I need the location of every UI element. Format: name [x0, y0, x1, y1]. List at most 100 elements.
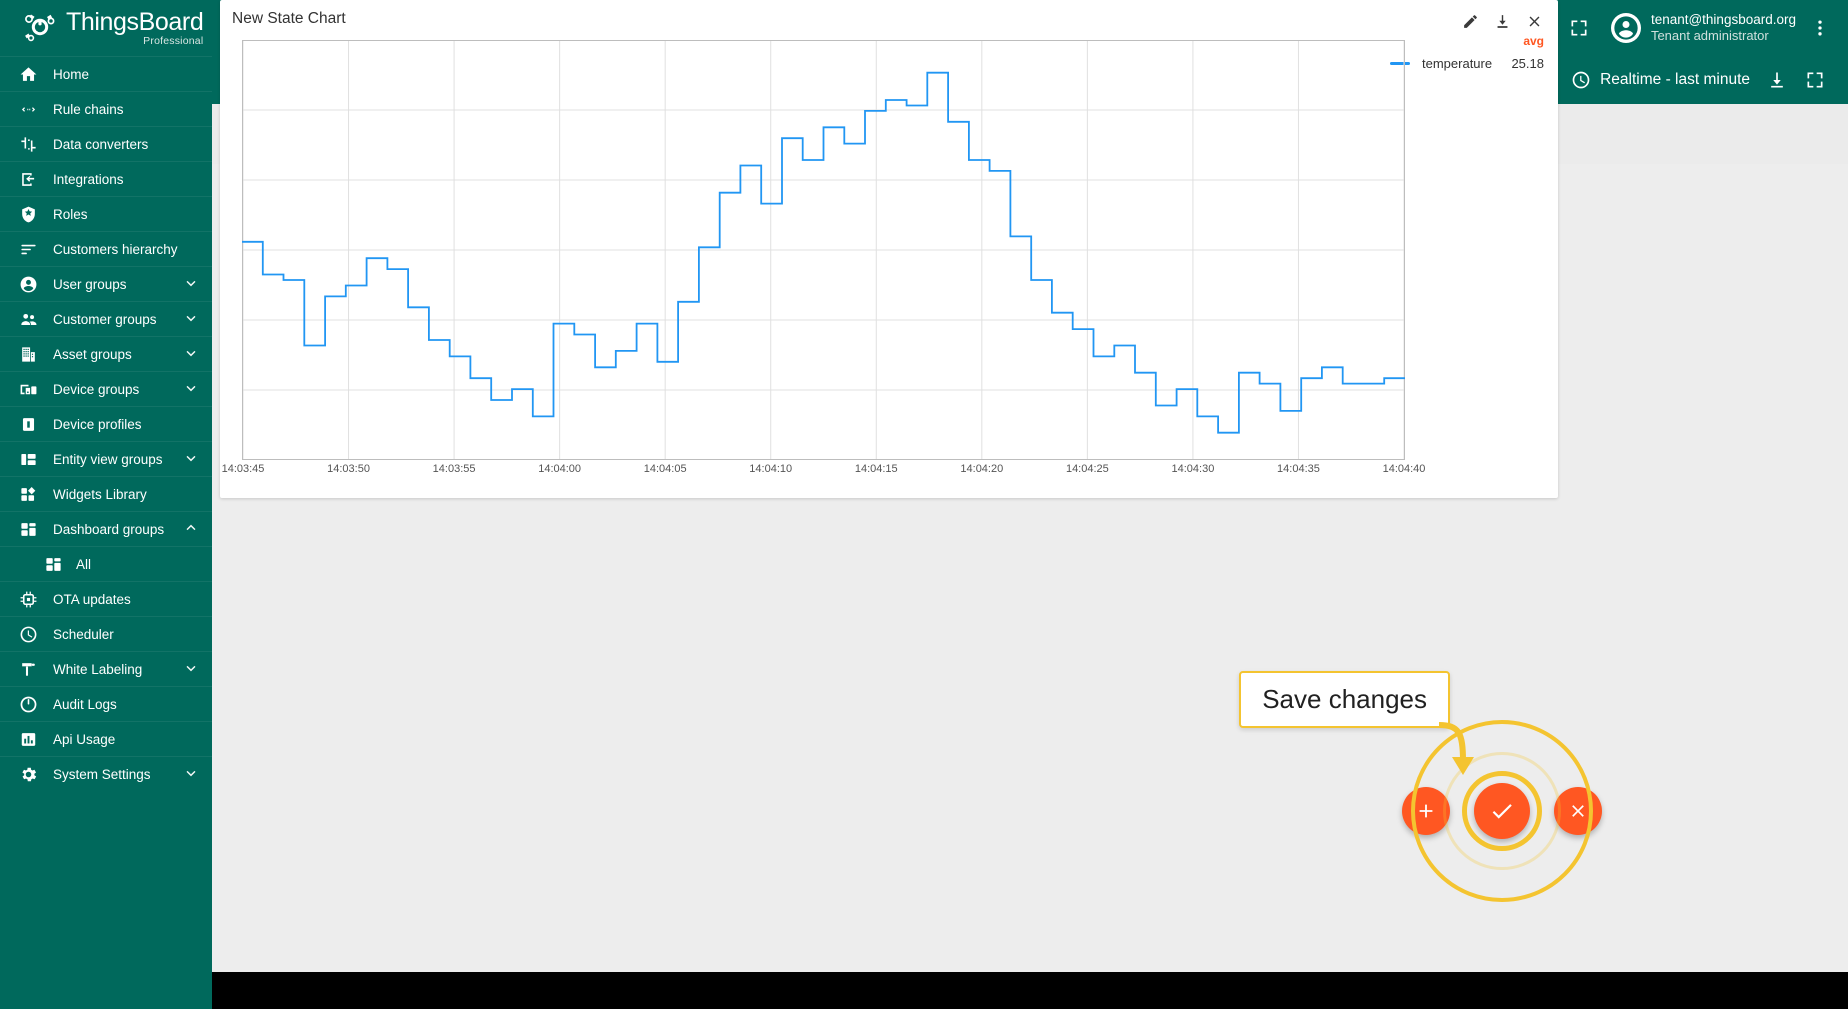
sidebar-item-label: Rule chains: [53, 101, 124, 117]
chart-legend: avg temperature 25.18: [1390, 34, 1550, 71]
sidebar-item-label: Asset groups: [53, 346, 132, 362]
chart-series-temperature: [242, 71, 1405, 434]
integrations-icon: [17, 168, 39, 190]
people-icon: [17, 308, 39, 330]
sidebar-item-label: Customers hierarchy: [53, 241, 178, 257]
chart-widget: New State Chart avg temperature 25.18 14…: [220, 0, 1558, 498]
app-root: ThingsBoard Professional Home Rule chains…: [0, 0, 1848, 1009]
chart-x-axis-labels: 14:03:45 14:03:50 14:03:55 14:04:00 14:04:05…: [222, 463, 1426, 481]
sidebar-item-integrations[interactable]: Integrations: [0, 161, 212, 196]
sidebar-item-device-groups[interactable]: Device groups: [0, 371, 212, 406]
sidebar-item-ota-updates[interactable]: OTA updates: [0, 581, 212, 616]
x-axis-tick-label: 14:04:30: [1171, 463, 1215, 475]
save-changes-wrap: [1411, 720, 1593, 902]
chevron-down-icon[interactable]: [182, 274, 204, 295]
save-changes-button[interactable]: [1474, 783, 1530, 839]
user-email: tenant@thingsboard.org: [1650, 11, 1796, 27]
chevron-down-icon[interactable]: [182, 659, 204, 680]
chart-plot-area: 14:03:45 14:03:50 14:03:55 14:04:00 14:04:05…: [222, 40, 1425, 475]
x-axis-tick-label: 14:04:20: [960, 463, 1004, 475]
entity-view-icon: [17, 448, 39, 470]
sidebar-item-asset-groups[interactable]: Asset groups: [0, 336, 212, 371]
kebab-menu-icon[interactable]: [1806, 10, 1834, 46]
audit-icon: [17, 693, 39, 715]
brand-logo[interactable]: ThingsBoard Professional: [0, 0, 212, 56]
sidebar-item-label: OTA updates: [53, 591, 131, 607]
sidebar-item-white-labeling[interactable]: White Labeling: [0, 651, 212, 686]
sidebar-item-entity-view-groups[interactable]: Entity view groups: [0, 441, 212, 476]
sidebar-item-scheduler[interactable]: Scheduler: [0, 616, 212, 651]
sidebar-item-user-groups[interactable]: User groups: [0, 266, 212, 301]
sidebar-item-widgets-library[interactable]: Widgets Library: [0, 476, 212, 511]
download-icon[interactable]: [1758, 61, 1796, 99]
sidebar-item-home[interactable]: Home: [0, 56, 212, 91]
x-axis-tick-label: 14:04:05: [643, 463, 687, 475]
chart-gridlines: [242, 40, 1405, 460]
x-axis-tick-label: 14:04:10: [749, 463, 793, 475]
main-sidebar: ThingsBoard Professional Home Rule chains…: [0, 0, 212, 1009]
x-axis-tick-label: 14:04:35: [1277, 463, 1320, 475]
chevron-down-icon[interactable]: [182, 449, 204, 470]
sidebar-item-data-converters[interactable]: Data converters: [0, 126, 212, 161]
legend-header-avg: avg: [1523, 34, 1544, 48]
dashboard-fab-cluster: [1402, 720, 1602, 902]
sidebar-item-rule-chains[interactable]: Rule chains: [0, 91, 212, 126]
save-changes-tooltip: Save changes: [1239, 671, 1450, 728]
x-axis-tick-label: 14:03:50: [327, 463, 370, 475]
sidebar-item-label: Audit Logs: [53, 696, 117, 712]
rule-chains-icon: [17, 98, 39, 120]
sidebar-item-audit-logs[interactable]: Audit Logs: [0, 686, 212, 721]
hierarchy-icon: [17, 238, 39, 260]
sidebar-item-device-profiles[interactable]: Device profiles: [0, 406, 212, 441]
sidebar-item-label: Device profiles: [53, 416, 142, 432]
sidebar-item-label: Widgets Library: [53, 486, 147, 502]
sidebar-item-roles[interactable]: Roles: [0, 196, 212, 231]
chevron-down-icon[interactable]: [182, 344, 204, 365]
chart-canvas: [242, 40, 1405, 460]
sidebar-item-api-usage[interactable]: Api Usage: [0, 721, 212, 756]
sidebar-item-label: Dashboard groups: [53, 521, 165, 537]
add-widget-button[interactable]: [1402, 787, 1450, 835]
close-icon[interactable]: [1520, 7, 1548, 35]
x-axis-tick-label: 14:03:45: [221, 463, 265, 475]
edit-pencil-icon[interactable]: [1456, 7, 1484, 35]
cancel-changes-button[interactable]: [1554, 787, 1602, 835]
sidebar-item-label: Customer groups: [53, 311, 157, 327]
x-axis-tick-label: 14:04:40: [1382, 463, 1426, 475]
sidebar-item-label: All: [76, 556, 92, 572]
sidebar-item-system-settings[interactable]: System Settings: [0, 756, 212, 791]
time-window-label: Realtime - last minute: [1600, 71, 1750, 88]
chevron-down-icon[interactable]: [182, 379, 204, 400]
sidebar-item-label: Roles: [53, 206, 88, 222]
chevron-up-icon[interactable]: [182, 519, 204, 540]
chevron-down-icon[interactable]: [182, 764, 204, 785]
sidebar-item-customer-groups[interactable]: Customer groups: [0, 301, 212, 336]
legend-item-temperature[interactable]: temperature 25.18: [1390, 56, 1550, 71]
fullscreen-icon[interactable]: [1561, 10, 1597, 46]
x-axis-tick-label: 14:04:15: [854, 463, 898, 475]
sidebar-item-all[interactable]: All: [0, 546, 212, 581]
widget-action-bar: [1452, 7, 1548, 35]
user-icon: [17, 273, 39, 295]
time-window-button[interactable]: Realtime - last minute: [1563, 62, 1758, 98]
building-icon: [17, 343, 39, 365]
chip-icon: [17, 588, 39, 610]
sidebar-nav-list: Home Rule chains Data converters Integratio…: [0, 56, 212, 791]
home-icon: [17, 63, 39, 85]
x-axis-tick-label: 14:03:55: [432, 463, 476, 475]
bottom-bar: [212, 972, 1848, 1009]
sidebar-item-label: Scheduler: [53, 626, 114, 642]
sidebar-item-customers-hierarchy[interactable]: Customers hierarchy: [0, 231, 212, 266]
fullscreen-icon[interactable]: [1796, 61, 1834, 99]
sidebar-item-label: White Labeling: [53, 661, 143, 677]
legend-series-value: 25.18: [1511, 56, 1544, 71]
sidebar-item-label: Integrations: [53, 171, 124, 187]
sidebar-item-dashboard-groups[interactable]: Dashboard groups: [0, 511, 212, 546]
brush-icon: [17, 658, 39, 680]
user-menu[interactable]: tenant@thingsboard.org Tenant administra…: [1610, 11, 1796, 45]
tooltip-arrow-icon: [1438, 722, 1474, 775]
download-icon[interactable]: [1488, 7, 1516, 35]
chevron-down-icon[interactable]: [182, 309, 204, 330]
sidebar-item-label: Entity view groups: [53, 451, 163, 467]
user-role: Tenant administrator: [1650, 28, 1769, 44]
